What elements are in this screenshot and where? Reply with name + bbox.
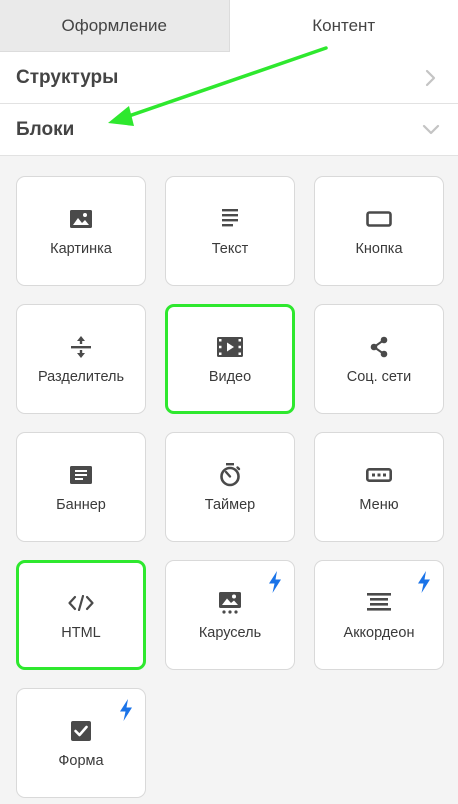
menu-icon (366, 462, 392, 488)
section-title-structures: Структуры (16, 66, 119, 88)
block-label: Текст (211, 240, 249, 257)
tab-design[interactable]: Оформление (0, 0, 230, 52)
image-icon (68, 206, 94, 232)
block-card[interactable]: Текст (165, 176, 295, 286)
block-label: Кнопка (355, 240, 403, 257)
block-card[interactable]: Форма (16, 688, 146, 798)
block-label: Карусель (198, 624, 262, 641)
lightning-icon (119, 699, 133, 721)
chevron-down-icon (420, 119, 442, 141)
tab-content[interactable]: Контент (229, 0, 458, 52)
block-card[interactable]: Кнопка (314, 176, 444, 286)
block-label: Разделитель (37, 368, 125, 385)
section-blocks[interactable]: Блоки (0, 104, 458, 156)
block-card[interactable]: Разделитель (16, 304, 146, 414)
share-icon (366, 334, 392, 360)
banner-icon (68, 462, 94, 488)
block-label: Картинка (50, 240, 112, 257)
block-label: Видео (208, 368, 252, 385)
block-label: Таймер (204, 496, 256, 513)
lightning-icon (417, 571, 431, 593)
block-card[interactable]: HTML (16, 560, 146, 670)
block-card[interactable]: Видео (165, 304, 295, 414)
chevron-right-icon (420, 67, 442, 89)
code-icon (68, 590, 94, 616)
text-lines-icon (217, 206, 243, 232)
block-card[interactable]: Соц. сети (314, 304, 444, 414)
timer-icon (217, 462, 243, 488)
tab-bar: Оформление Контент (0, 0, 458, 52)
block-card[interactable]: Карусель (165, 560, 295, 670)
block-label: Форма (58, 752, 104, 769)
section-structures[interactable]: Структуры (0, 52, 458, 104)
section-title-blocks: Блоки (16, 118, 75, 140)
divider-icon (68, 334, 94, 360)
block-label: Меню (359, 496, 399, 513)
blocks-grid: Картинка Текст Кнопка Разделитель Видео Соц. … (16, 176, 444, 798)
block-label: Аккордеон (343, 624, 415, 641)
block-card[interactable]: Картинка (16, 176, 146, 286)
checkbox-icon (68, 718, 94, 744)
block-label: HTML (61, 624, 101, 641)
carousel-icon (217, 590, 243, 616)
lightning-icon (268, 571, 282, 593)
button-icon (366, 206, 392, 232)
video-icon (217, 334, 243, 360)
block-card[interactable]: Таймер (165, 432, 295, 542)
accordion-icon (366, 590, 392, 616)
block-label: Соц. сети (346, 368, 412, 385)
block-card[interactable]: Баннер (16, 432, 146, 542)
block-card[interactable]: Аккордеон (314, 560, 444, 670)
block-label: Баннер (56, 496, 106, 513)
block-card[interactable]: Меню (314, 432, 444, 542)
